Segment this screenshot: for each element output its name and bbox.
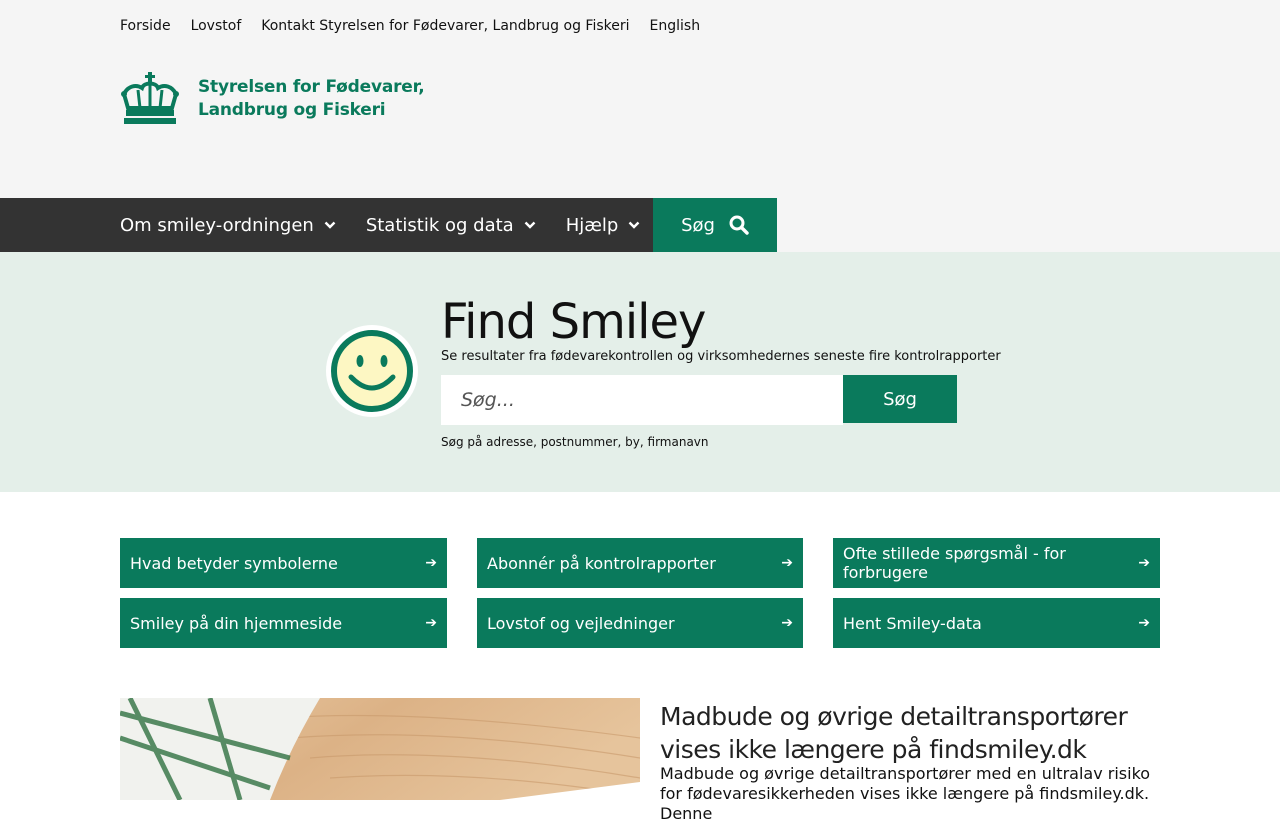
search-icon	[729, 215, 749, 235]
news-title[interactable]: Madbude og øvrige detailtransportører vi…	[660, 700, 1160, 766]
quicklink-smiley-data[interactable]: Hent Smiley-data ➔	[833, 598, 1160, 648]
smiley-search-input[interactable]	[441, 375, 843, 425]
nav-item-label: Om smiley-ordningen	[120, 214, 314, 236]
topnav-lovstof-link[interactable]: Lovstof	[191, 16, 242, 36]
quicklink-lovstof[interactable]: Lovstof og vejledninger ➔	[477, 598, 803, 648]
arrow-right-icon: ➔	[781, 555, 793, 571]
nav-item-label: Statistik og data	[365, 214, 514, 236]
arrow-right-icon: ➔	[1138, 615, 1150, 631]
arrow-right-icon: ➔	[1138, 555, 1150, 571]
find-smiley-hero: Find Smiley Se resultater fra fødevareko…	[0, 252, 1280, 492]
utility-nav: Forside Lovstof Kontakt Styrelsen for Fø…	[120, 16, 700, 36]
quicklink-label: Abonnér på kontrolrapporter	[487, 553, 716, 573]
nav-item-label: Hjælp	[565, 214, 619, 236]
topnav-forside-link[interactable]: Forside	[120, 16, 171, 36]
quicklink-hjemmeside[interactable]: Smiley på din hjemmeside ➔	[120, 598, 447, 648]
main-nav: Om smiley-ordningen Statistik og data Hj…	[0, 198, 1280, 252]
page-title: Find Smiley	[441, 294, 706, 350]
chevron-down-icon	[628, 221, 640, 229]
quicklink-label: Hent Smiley-data	[843, 613, 982, 633]
nav-om-smiley-ordningen[interactable]: Om smiley-ordningen	[120, 215, 336, 236]
news-text: Madbude og øvrige detailtransportører me…	[660, 764, 1151, 823]
quicklink-label: Ofte stillede spørgsmål - for forbrugere	[843, 544, 1066, 582]
site-header: Forside Lovstof Kontakt Styrelsen for Fø…	[0, 0, 1280, 198]
nav-search-label: Søg	[681, 214, 715, 236]
news-image[interactable]	[120, 698, 640, 800]
smiley-icon	[326, 325, 418, 417]
quicklink-faq[interactable]: Ofte stillede spørgsmål - for forbrugere…	[833, 538, 1160, 588]
arrow-right-icon: ➔	[781, 615, 793, 631]
topnav-english-link[interactable]: English	[650, 16, 701, 36]
topnav-kontakt-link[interactable]: Kontakt Styrelsen for Fødevarer, Landbru…	[261, 16, 629, 36]
logo-line-1: Styrelsen for Fødevarer,	[198, 77, 425, 97]
quicklink-label: Lovstof og vejledninger	[487, 613, 675, 633]
arrow-right-icon: ➔	[425, 615, 437, 631]
arrow-right-icon: ➔	[425, 555, 437, 571]
quicklink-abonner[interactable]: Abonnér på kontrolrapporter ➔	[477, 538, 803, 588]
quicklinks-grid: Hvad betyder symbolerne ➔ Abonnér på kon…	[120, 538, 1160, 648]
hero-subtitle: Se resultater fra fødevarekontrollen og …	[441, 349, 1001, 364]
quicklink-label: Smiley på din hjemmeside	[130, 613, 343, 633]
chevron-down-icon	[524, 221, 536, 229]
chevron-down-icon	[324, 221, 336, 229]
search-hint: Søg på adresse, postnummer, by, firmanav…	[441, 435, 709, 449]
logo-text: Styrelsen for Fødevarer, Landbrug og Fis…	[198, 76, 425, 122]
smiley-search-button[interactable]: Søg	[843, 375, 957, 423]
quicklink-label: Hvad betyder symbolerne	[130, 553, 338, 573]
logo-line-2: Landbrug og Fiskeri	[198, 100, 386, 120]
site-logo[interactable]: Styrelsen for Fødevarer, Landbrug og Fis…	[120, 72, 425, 126]
quicklink-symbolerne[interactable]: Hvad betyder symbolerne ➔	[120, 538, 447, 588]
nav-search-button[interactable]: Søg	[653, 198, 777, 252]
nav-statistik-og-data[interactable]: Statistik og data	[366, 215, 536, 236]
crown-icon	[121, 72, 179, 124]
smiley-search-form: Søg	[441, 375, 957, 425]
nav-hjaelp[interactable]: Hjælp	[566, 215, 641, 236]
